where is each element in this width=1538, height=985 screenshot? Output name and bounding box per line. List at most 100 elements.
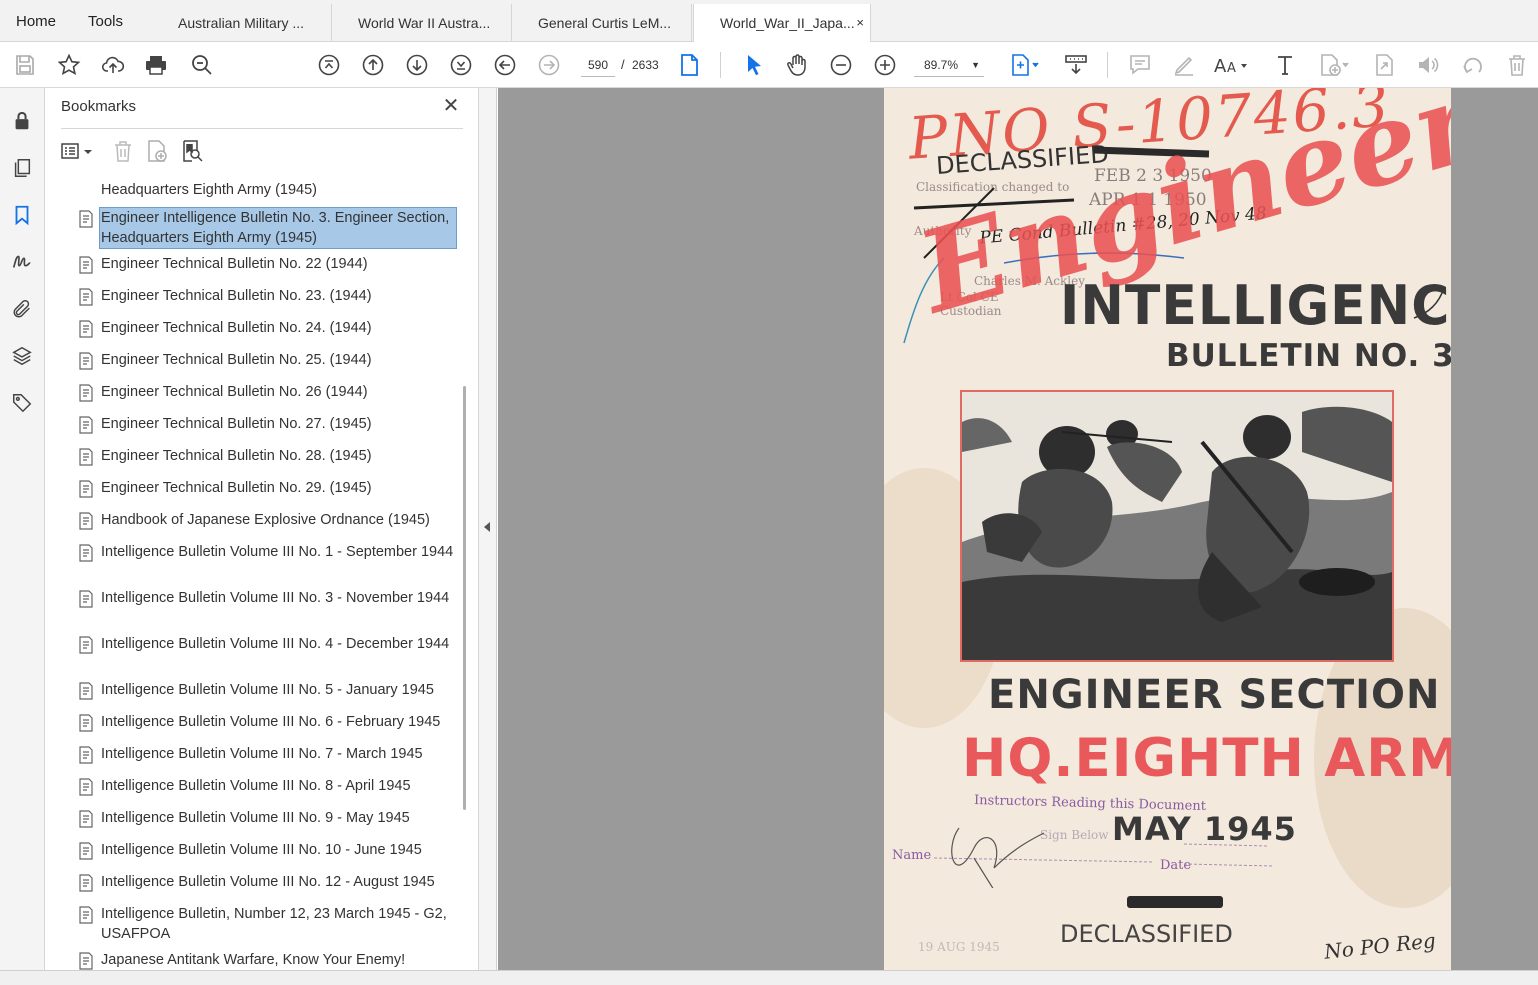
page-view-icon[interactable] [675,51,703,79]
star-icon[interactable] [55,51,83,79]
highlight-icon[interactable] [1170,51,1198,79]
chevron-down-icon: ▼ [971,60,980,70]
panel-divider [61,128,463,129]
handwritten-note: No PO Reg [1323,928,1437,964]
bookmark-page-icon [79,746,93,764]
new-bookmark-icon[interactable] [145,138,169,164]
bookmark-label: Engineer Technical Bulletin No. 24. (194… [101,320,372,336]
bookmark-item[interactable]: Headquarters Eighth Army (1945) [73,178,457,198]
tab-close-icon[interactable]: × [856,4,864,42]
toolbar-divider [1107,52,1108,78]
rotate-icon[interactable] [1459,51,1487,79]
bookmark-page-icon [79,210,93,228]
section-line: ENGINEER SECTION [988,672,1441,718]
bookmark-page-icon [79,714,93,732]
page-number-input[interactable]: 590 [581,53,615,77]
select-arrow-icon[interactable] [740,51,768,79]
bookmark-page-icon [79,590,93,608]
status-bar [0,970,1538,985]
first-page-icon[interactable] [315,51,343,79]
bookmark-page-icon [79,682,93,700]
bookmark-page-icon [79,320,93,338]
bookmark-label: Headquarters Eighth Army (1945) [101,182,317,198]
bookmark-label: Engineer Technical Bulletin No. 23. (194… [101,288,372,304]
zoom-out-icon[interactable] [827,51,855,79]
forward-icon[interactable] [535,51,563,79]
page-separator: / [621,57,625,72]
title-intelligence: INTELLIGENCE [1060,274,1451,338]
read-aloud-icon[interactable] [1414,51,1442,79]
previous-page-icon[interactable] [359,51,387,79]
find-bookmark-icon[interactable] [180,138,204,164]
document-tab[interactable]: Australian Military ... [152,4,332,42]
bookmark-page-icon [79,952,93,970]
next-page-icon[interactable] [403,51,431,79]
document-tab-label: World War II Austra... [358,15,491,31]
document-view[interactable]: PNO S-10746.3 DECLASSIFIED FEB 2 3 1950 … [498,88,1538,970]
save-icon[interactable] [11,51,39,79]
bookmark-list: Headquarters Eighth Army (1945) Engineer… [73,178,457,970]
bookmark-label: Intelligence Bulletin Volume III No. 6 -… [101,714,441,730]
close-icon[interactable]: ✕ [440,95,462,117]
bookmark-label: Engineer Technical Bulletin No. 28. (194… [101,448,372,464]
title-bulletin: BULLETIN NO. 3 [1166,338,1451,374]
bookmark-page-icon [79,384,93,402]
lock-icon[interactable] [9,108,35,134]
upload-icon[interactable] [99,51,127,79]
document-tab-label: Australian Military ... [178,15,305,31]
document-tab[interactable]: World War II Austra... [332,4,512,42]
delete-bookmark-icon[interactable] [111,138,135,164]
collapse-arrow-icon[interactable] [484,522,490,532]
add-page-icon[interactable] [1316,51,1352,79]
panel-splitter[interactable] [479,88,497,970]
comment-icon[interactable] [1126,51,1154,79]
bookmark-page-icon [79,416,93,434]
bookmark-page-icon [79,544,93,562]
document-page: PNO S-10746.3 DECLASSIFIED FEB 2 3 1950 … [884,88,1451,970]
pages-icon[interactable] [9,155,35,181]
signature-lines [933,827,1275,888]
navigation-rail [0,88,45,970]
redaction-bar [1127,896,1223,908]
page-total: 2633 [632,58,659,72]
text-icon[interactable] [1271,51,1299,79]
document-tab[interactable]: General Curtis LeM... [512,4,692,42]
layers-icon[interactable] [9,343,35,369]
bookmark-options-button[interactable] [59,138,93,164]
bookmark-page-icon [79,906,93,924]
attachment-icon[interactable] [9,296,35,322]
print-icon[interactable] [142,51,170,79]
zoom-search-icon[interactable] [188,51,216,79]
svg-text:A: A [1227,61,1236,76]
scroll-mode-icon[interactable] [1062,51,1090,79]
document-tab-active[interactable]: World_War_II_Japa... × [693,4,871,43]
signature-icon[interactable] [9,249,35,275]
bookmark-label: Intelligence Bulletin Volume III No. 1 -… [101,544,454,560]
tag-icon[interactable] [9,390,35,416]
delete-icon[interactable] [1503,51,1531,79]
zoom-level-select[interactable]: 89.7% ▼ [914,53,984,77]
zoom-level-value: 89.7% [924,58,959,72]
bookmark-page-icon [79,874,93,892]
bookmark-label: Engineer Technical Bulletin No. 22 (1944… [101,256,368,272]
home-tab[interactable]: Home [16,0,56,42]
bookmark-icon[interactable] [9,202,35,228]
tools-tab[interactable]: Tools [88,0,123,42]
hand-icon[interactable] [783,51,811,79]
unit-line: HQ.EIGHTH ARMY [962,728,1451,789]
bookmark-label: Intelligence Bulletin Volume III No. 7 -… [101,746,423,762]
bookmark-page-icon [79,448,93,466]
bookmark-label: Engineer Technical Bulletin No. 29. (194… [101,480,372,496]
export-icon[interactable] [1370,51,1398,79]
fit-page-icon[interactable] [1006,51,1042,79]
bookmark-page-icon [79,352,93,370]
scrollbar-thumb[interactable] [463,386,466,810]
zoom-in-icon[interactable] [871,51,899,79]
last-page-icon[interactable] [447,51,475,79]
bookmark-label: Engineer Intelligence Bulletin No. 3. En… [99,207,457,249]
svg-text:A: A [1214,56,1227,77]
back-icon[interactable] [491,51,519,79]
bookmarks-panel: Bookmarks ✕ Headquarters Eighth Army (19… [45,88,479,970]
tab-bar: Home Tools Australian Military ... World… [0,0,1538,43]
text-size-icon[interactable]: AA [1214,51,1254,79]
